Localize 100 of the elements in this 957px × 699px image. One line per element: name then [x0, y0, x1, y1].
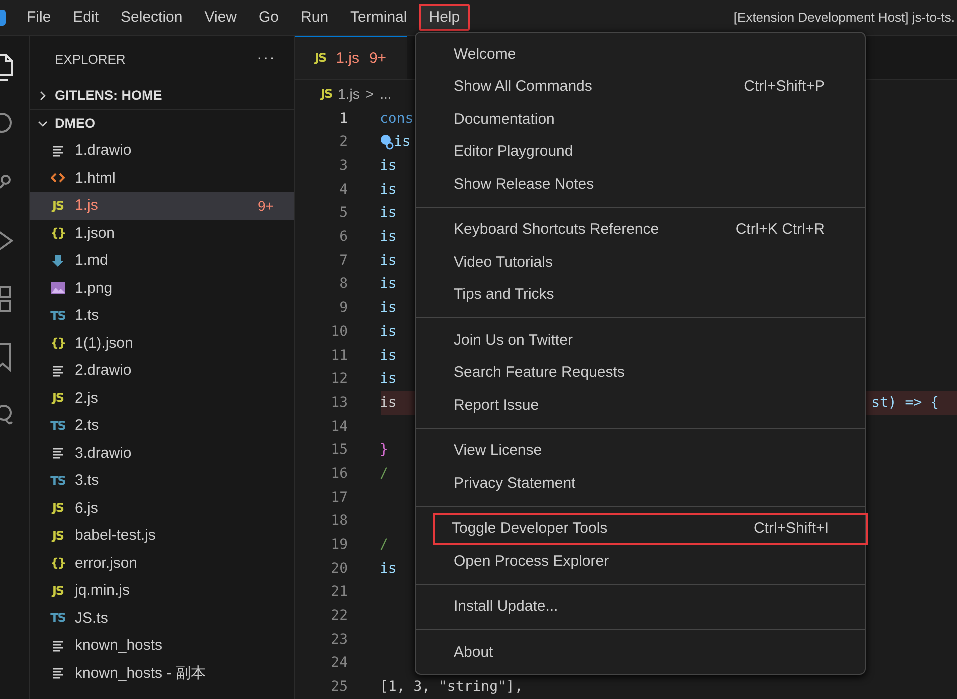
- menu-item[interactable]: Toggle Developer Tools Ctrl+Shift+I: [433, 512, 868, 545]
- explorer-row[interactable]: TS JS.ts: [30, 604, 294, 632]
- file-type-icon: JS: [321, 86, 332, 101]
- file-name: known_hosts - 副本: [75, 664, 206, 683]
- menu-bar-item[interactable]: Help: [419, 4, 470, 31]
- line-number: 13: [330, 394, 348, 411]
- line-number: 3: [338, 158, 348, 174]
- explorer-row[interactable]: JS 1.js 9+: [30, 192, 294, 220]
- file-name: 1.html: [75, 170, 116, 187]
- file-name: 1.png: [75, 280, 113, 297]
- file-type-icon: {}: [50, 226, 66, 240]
- shortcut-label: Ctrl+Shift+I: [754, 520, 829, 538]
- section-header[interactable]: GITLENS: HOME: [30, 82, 294, 110]
- menu-item[interactable]: Install Update...: [420, 590, 861, 623]
- menu-bar-item[interactable]: View: [194, 4, 247, 31]
- shortcut-label: Ctrl+Shift+P: [744, 78, 825, 96]
- explorer-row[interactable]: TS 3.ts: [30, 467, 294, 494]
- menu-item[interactable]: Privacy Statement: [420, 467, 861, 500]
- menu-item[interactable]: Report Issue: [420, 389, 861, 422]
- explorer-row[interactable]: 3.drawio: [30, 440, 294, 467]
- menu-item[interactable]: Video Tutorials: [420, 246, 861, 278]
- app-logo-icon: [0, 10, 6, 26]
- file-icon: [51, 446, 65, 460]
- code-text: is: [380, 371, 397, 388]
- menu-item[interactable]: Open Process Explorer: [420, 545, 861, 578]
- window-title: [Extension Development Host] js-to-ts.: [734, 10, 956, 25]
- breadcrumb-separator: >: [366, 86, 374, 102]
- section-header[interactable]: DMEO: [30, 110, 294, 137]
- code-text: is: [380, 560, 397, 577]
- menu-item[interactable]: Search Feature Requests: [420, 356, 861, 389]
- line-number: 25: [330, 679, 348, 696]
- menu-item[interactable]: Welcome: [420, 38, 861, 70]
- menu-item[interactable]: Keyboard Shortcuts Reference Ctrl+K Ctrl+R: [420, 214, 861, 246]
- line-number: 21: [330, 584, 348, 600]
- file-icon: [51, 364, 65, 378]
- breadcrumb-item[interactable]: ...: [380, 86, 392, 102]
- more-actions-button[interactable]: ···: [257, 50, 276, 68]
- explorer-row[interactable]: JS 6.js: [30, 494, 294, 522]
- menu-bar-item[interactable]: Run: [291, 4, 339, 31]
- menu-bar-item[interactable]: Selection: [111, 4, 193, 31]
- code-text: is: [380, 252, 397, 269]
- menu-item[interactable]: Join Us on Twitter: [420, 324, 861, 356]
- code-text: is: [380, 182, 397, 198]
- menu-bar-item[interactable]: Edit: [63, 4, 110, 31]
- menu-item[interactable]: View License: [420, 434, 861, 467]
- file-name: 3.drawio: [75, 444, 132, 462]
- menu-bar-item[interactable]: File: [17, 4, 62, 31]
- code-text: is: [380, 324, 397, 340]
- line-number: 20: [330, 560, 348, 577]
- explorer-row[interactable]: TS 2.ts: [30, 412, 294, 440]
- code-text: /: [380, 466, 388, 482]
- file-icon: [51, 171, 65, 186]
- menu-bar-item[interactable]: Go: [249, 4, 290, 31]
- editor-tab[interactable]: JS 1.js 9+: [295, 36, 407, 80]
- explorer-row[interactable]: known_hosts: [30, 632, 294, 660]
- file-name: known_hosts: [75, 637, 163, 654]
- explorer-row[interactable]: {} 1(1).json: [30, 330, 294, 357]
- menu-item[interactable]: Documentation: [420, 103, 861, 136]
- explorer-row[interactable]: 1.html: [30, 164, 294, 192]
- file-type-icon: TS: [50, 418, 66, 433]
- menu-item[interactable]: Editor Playground: [420, 136, 861, 168]
- file-icon: [51, 144, 65, 158]
- file-name: 6.js: [75, 500, 98, 517]
- line-number: 4: [338, 182, 348, 198]
- breadcrumb-item[interactable]: 1.js: [338, 86, 360, 102]
- explorer-row[interactable]: TS 1.ts: [30, 302, 294, 330]
- file-name: 2.ts: [75, 417, 100, 434]
- explorer-row[interactable]: {} 1.json: [30, 220, 294, 247]
- problem-count: 9+: [258, 198, 274, 214]
- file-name: jq.min.js: [75, 582, 130, 600]
- line-number: 11: [330, 348, 348, 364]
- code-text: is: [380, 394, 397, 411]
- file-type-icon: JS: [52, 584, 64, 598]
- menu-item[interactable]: Show All Commands Ctrl+Shift+P: [420, 70, 861, 103]
- explorer-row[interactable]: JS jq.min.js: [30, 577, 294, 604]
- explorer-row[interactable]: JS 2.js: [30, 384, 294, 412]
- file-icon: [51, 254, 65, 268]
- lightbulb-icon[interactable]: [380, 134, 394, 150]
- explorer-row[interactable]: 1.drawio: [30, 137, 294, 164]
- file-name: 2.js: [75, 390, 98, 407]
- explorer-row[interactable]: 1.md: [30, 247, 294, 274]
- explorer-row[interactable]: 1.png: [30, 274, 294, 302]
- code-text: is: [394, 134, 411, 150]
- explorer-row[interactable]: JS babel-test.js: [30, 522, 294, 550]
- file-name: 1(1).json: [75, 334, 134, 352]
- menu-bar-item[interactable]: Terminal: [340, 4, 418, 31]
- explorer-row[interactable]: {} error.json: [30, 550, 294, 577]
- explorer-row[interactable]: 2.drawio: [30, 357, 294, 384]
- explorer-row[interactable]: known_hosts - 副本: [30, 660, 294, 687]
- file-icon: [51, 638, 65, 653]
- file-type-icon: JS: [52, 391, 64, 406]
- line-number: 12: [330, 371, 348, 388]
- file-type-icon: JS: [315, 51, 326, 66]
- file-name: 1.drawio: [75, 142, 132, 160]
- menu-item[interactable]: About: [420, 636, 861, 668]
- line-number: 10: [330, 324, 348, 340]
- menu-item[interactable]: Show Release Notes: [420, 168, 861, 200]
- problem-count: 9+: [369, 50, 387, 67]
- menu-item[interactable]: Tips and Tricks: [420, 278, 861, 311]
- line-number: 16: [330, 466, 348, 482]
